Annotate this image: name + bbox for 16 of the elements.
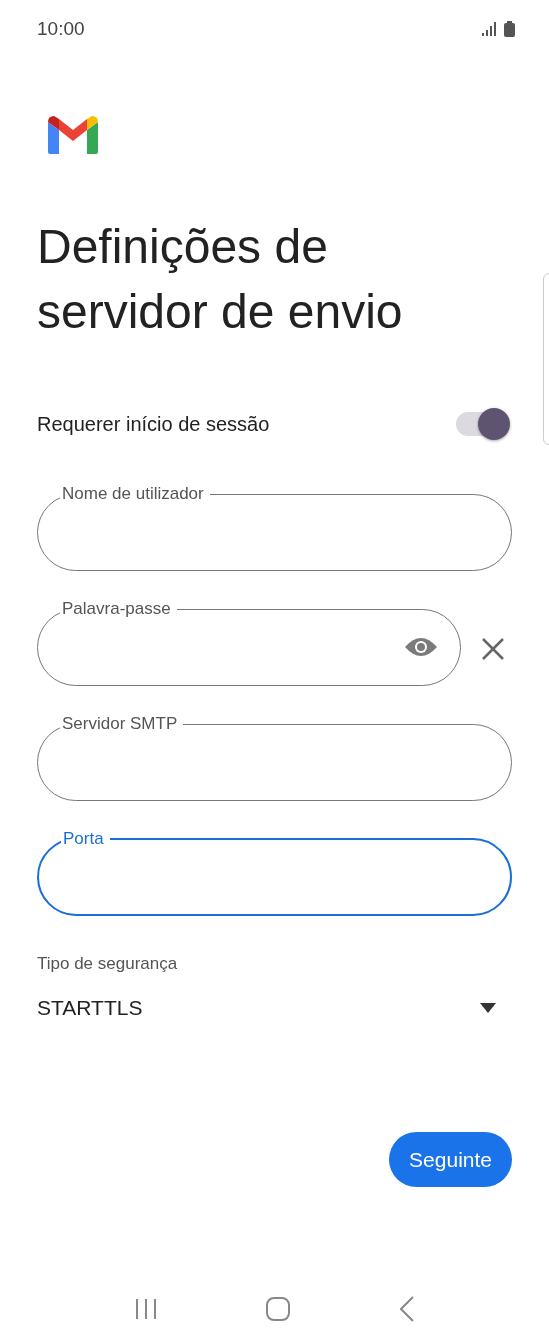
recent-apps-icon[interactable] (134, 1298, 157, 1320)
eye-icon[interactable] (404, 635, 438, 659)
signal-icon (482, 22, 498, 36)
page-title: Definições de servidor de envio (37, 219, 404, 340)
back-icon[interactable] (400, 1296, 415, 1322)
security-value[interactable]: STARTTLS (37, 996, 143, 1020)
status-time: 10:00 (37, 18, 85, 40)
next-button[interactable]: Seguinte (389, 1132, 512, 1187)
input-field[interactable]: Porta (37, 829, 512, 916)
close-icon[interactable] (481, 636, 505, 661)
dropdown-caret-icon[interactable] (480, 1003, 496, 1013)
toggle-label: Requerer início de sessão (37, 412, 270, 436)
battery-icon (504, 21, 515, 37)
security-label: Tipo de segurança (37, 954, 179, 974)
mail-logo (48, 116, 98, 154)
home-icon[interactable] (266, 1297, 291, 1321)
